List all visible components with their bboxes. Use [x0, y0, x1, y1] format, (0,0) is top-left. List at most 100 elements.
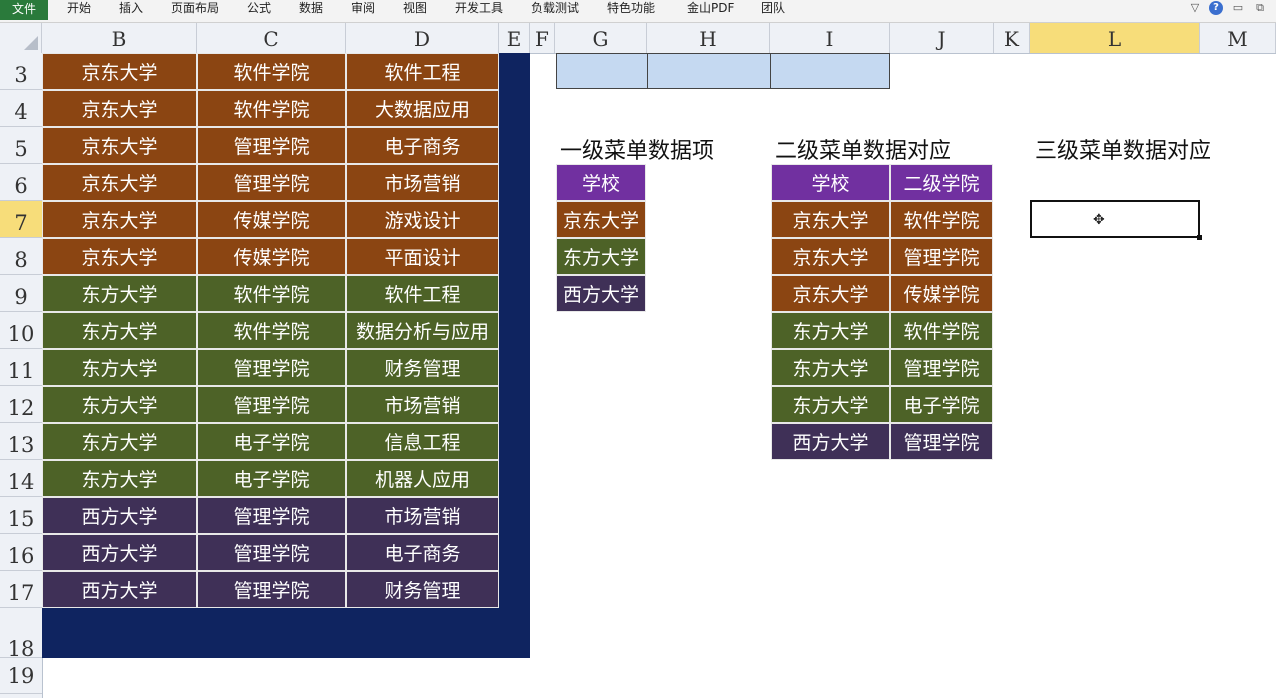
level2-school-cell[interactable]: 京东大学: [771, 238, 890, 275]
tab-load-test[interactable]: 负载测试: [531, 0, 579, 16]
source-cell-college[interactable]: 管理学院: [197, 164, 346, 201]
col-header-e[interactable]: E: [499, 23, 530, 53]
row-header[interactable]: 6: [0, 164, 42, 201]
source-cell-school[interactable]: 京东大学: [42, 127, 197, 164]
row-header[interactable]: 18: [0, 608, 42, 661]
tab-kingsoft-pdf[interactable]: 金山PDF: [687, 0, 734, 16]
source-cell-college[interactable]: 电子学院: [197, 460, 346, 497]
level1-item[interactable]: 京东大学: [556, 201, 646, 238]
row-header[interactable]: 17: [0, 571, 42, 608]
tab-data[interactable]: 数据: [299, 0, 323, 16]
header-cell-h[interactable]: [647, 53, 771, 89]
source-cell-school[interactable]: 西方大学: [42, 534, 197, 571]
row-header[interactable]: 15: [0, 497, 42, 534]
source-cell-college[interactable]: 管理学院: [197, 497, 346, 534]
source-cell-school[interactable]: 西方大学: [42, 497, 197, 534]
source-cell-college[interactable]: 管理学院: [197, 349, 346, 386]
tab-file[interactable]: 文件: [0, 0, 48, 20]
source-cell-school[interactable]: 东方大学: [42, 275, 197, 312]
row-header[interactable]: 19: [0, 658, 42, 694]
source-cell-major[interactable]: 市场营销: [346, 164, 499, 201]
tab-page-layout[interactable]: 页面布局: [171, 0, 219, 16]
level2-header-college[interactable]: 二级学院: [890, 164, 993, 201]
source-cell-college[interactable]: 软件学院: [197, 90, 346, 127]
source-cell-school[interactable]: 西方大学: [42, 571, 197, 608]
source-cell-college[interactable]: 管理学院: [197, 386, 346, 423]
level1-item[interactable]: 西方大学: [556, 275, 646, 312]
level2-college-cell[interactable]: 管理学院: [890, 423, 993, 460]
source-cell-major[interactable]: 数据分析与应用: [346, 312, 499, 349]
level2-college-cell[interactable]: 软件学院: [890, 312, 993, 349]
col-header-k[interactable]: K: [994, 23, 1030, 53]
col-header-m[interactable]: M: [1200, 23, 1276, 53]
col-header-g[interactable]: G: [555, 23, 647, 53]
source-cell-school[interactable]: 东方大学: [42, 386, 197, 423]
source-cell-college[interactable]: 软件学院: [197, 53, 346, 90]
row-header-selected[interactable]: 7: [0, 201, 42, 238]
row-header[interactable]: 5: [0, 127, 42, 164]
tab-home[interactable]: 开始: [67, 0, 91, 16]
source-cell-major[interactable]: 机器人应用: [346, 460, 499, 497]
source-cell-college[interactable]: 传媒学院: [197, 201, 346, 238]
col-header-c[interactable]: C: [197, 23, 346, 53]
source-cell-school[interactable]: 京东大学: [42, 164, 197, 201]
level3-dropdown-cell[interactable]: [1030, 200, 1202, 240]
level2-college-cell[interactable]: 管理学院: [890, 349, 993, 386]
level2-school-cell[interactable]: 京东大学: [771, 201, 890, 238]
col-header-h[interactable]: H: [647, 23, 770, 53]
source-cell-college[interactable]: 管理学院: [197, 571, 346, 608]
source-cell-college[interactable]: 传媒学院: [197, 238, 346, 275]
tab-team[interactable]: 团队: [761, 0, 785, 16]
row-header[interactable]: 10: [0, 312, 42, 349]
source-cell-major[interactable]: 财务管理: [346, 571, 499, 608]
tab-insert[interactable]: 插入: [119, 0, 143, 16]
row-header[interactable]: 3: [0, 53, 42, 90]
source-cell-college[interactable]: 管理学院: [197, 127, 346, 164]
row-header[interactable]: 14: [0, 460, 42, 497]
col-header-d[interactable]: D: [346, 23, 499, 53]
minimize-icon[interactable]: ▭: [1231, 1, 1245, 15]
source-cell-school[interactable]: 京东大学: [42, 90, 197, 127]
col-header-l[interactable]: L: [1030, 23, 1200, 53]
level1-item[interactable]: 东方大学: [556, 238, 646, 275]
source-cell-major[interactable]: 平面设计: [346, 238, 499, 275]
level2-school-cell[interactable]: 东方大学: [771, 349, 890, 386]
row-header[interactable]: 4: [0, 90, 42, 127]
source-cell-major[interactable]: 软件工程: [346, 53, 499, 90]
tab-review[interactable]: 审阅: [351, 0, 375, 16]
row-header[interactable]: 11: [0, 349, 42, 386]
level2-college-cell[interactable]: 电子学院: [890, 386, 993, 423]
tab-special-features[interactable]: 特色功能: [607, 0, 655, 16]
source-cell-major[interactable]: 大数据应用: [346, 90, 499, 127]
col-header-f[interactable]: F: [530, 23, 555, 53]
source-cell-school[interactable]: 京东大学: [42, 53, 197, 90]
tab-view[interactable]: 视图: [403, 0, 427, 16]
col-header-b[interactable]: B: [42, 23, 197, 53]
source-cell-major[interactable]: 市场营销: [346, 386, 499, 423]
header-cell-g[interactable]: [556, 53, 648, 89]
source-cell-major[interactable]: 电子商务: [346, 127, 499, 164]
tab-formulas[interactable]: 公式: [247, 0, 271, 16]
source-cell-school[interactable]: 东方大学: [42, 312, 197, 349]
level2-college-cell[interactable]: 管理学院: [890, 238, 993, 275]
header-cell-i[interactable]: [770, 53, 890, 89]
source-cell-school[interactable]: 东方大学: [42, 423, 197, 460]
source-cell-college[interactable]: 软件学院: [197, 312, 346, 349]
chevron-down-icon[interactable]: ▽: [1188, 1, 1202, 15]
level1-header-cell[interactable]: 学校: [556, 164, 646, 201]
source-cell-major[interactable]: 财务管理: [346, 349, 499, 386]
level2-header-school[interactable]: 学校: [771, 164, 890, 201]
select-all-corner[interactable]: [0, 23, 42, 53]
level2-school-cell[interactable]: 西方大学: [771, 423, 890, 460]
source-cell-major[interactable]: 市场营销: [346, 497, 499, 534]
level2-school-cell[interactable]: 东方大学: [771, 312, 890, 349]
row-header[interactable]: 13: [0, 423, 42, 460]
source-cell-major[interactable]: 信息工程: [346, 423, 499, 460]
source-cell-school[interactable]: 京东大学: [42, 201, 197, 238]
row-header[interactable]: 8: [0, 238, 42, 275]
source-cell-major[interactable]: 软件工程: [346, 275, 499, 312]
source-cell-college[interactable]: 软件学院: [197, 275, 346, 312]
restore-icon[interactable]: ⧉: [1253, 1, 1267, 15]
level2-college-cell[interactable]: 软件学院: [890, 201, 993, 238]
source-cell-school[interactable]: 京东大学: [42, 238, 197, 275]
